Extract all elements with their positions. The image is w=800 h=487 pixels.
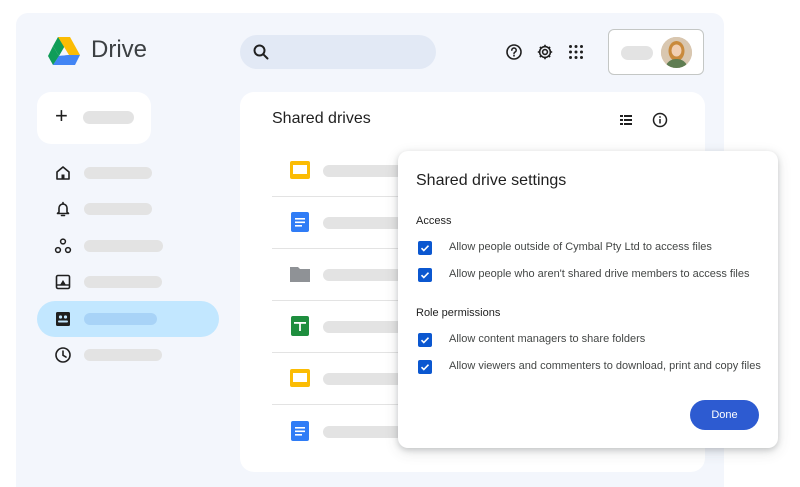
nav-item-recent[interactable] (37, 337, 219, 373)
row-divider (272, 404, 402, 405)
checkbox-label: Allow people who aren't shared drive mem… (449, 268, 750, 280)
info-icon[interactable] (652, 112, 668, 128)
apps-grid-icon[interactable] (567, 43, 585, 61)
file-name-placeholder (323, 321, 403, 333)
done-button[interactable]: Done (690, 400, 759, 430)
checkmark-icon (420, 272, 430, 279)
bell-icon (56, 201, 70, 217)
nav-label-placeholder (84, 349, 162, 361)
section-heading-role-permissions: Role permissions (416, 307, 501, 319)
nav-label-placeholder (84, 276, 162, 288)
workspaces-icon (54, 238, 72, 254)
home-icon (56, 166, 70, 180)
nav-label-placeholder (84, 240, 163, 252)
checkbox-allow-non-member-access[interactable] (418, 268, 432, 282)
docs-file-icon (291, 421, 309, 441)
account-switcher[interactable] (608, 29, 704, 75)
file-name-placeholder (323, 269, 403, 281)
search-icon (253, 44, 269, 60)
list-view-icon[interactable] (619, 113, 633, 127)
my-drive-icon (55, 274, 71, 290)
slides-file-icon (290, 161, 310, 179)
drive-logo-icon (48, 37, 80, 65)
file-name-placeholder (323, 165, 403, 177)
checkmark-icon (420, 337, 430, 344)
nav-label-placeholder (84, 203, 152, 215)
checkbox-label: Allow content managers to share folders (449, 333, 646, 345)
row-divider (272, 248, 402, 249)
nav-item-activity[interactable] (37, 191, 219, 227)
avatar-image (661, 37, 692, 68)
checkbox-allow-outside-access[interactable] (418, 241, 432, 255)
dialog-title: Shared drive settings (416, 172, 567, 189)
app-brand-name: Drive (91, 36, 148, 63)
nav-item-home[interactable] (37, 155, 219, 191)
checkbox-label: Allow people outside of Cymbal Pty Ltd t… (449, 241, 712, 253)
plus-icon: + (55, 103, 68, 128)
nav-label-placeholder (84, 167, 152, 179)
nav-item-workspaces[interactable] (37, 228, 219, 264)
docs-file-icon (291, 212, 309, 232)
checkmark-icon (420, 245, 430, 252)
shared-drives-icon (56, 312, 70, 326)
row-divider (272, 196, 402, 197)
nav-item-shared-drives[interactable] (37, 301, 219, 337)
nav-label-placeholder (84, 313, 157, 325)
recent-icon (55, 347, 71, 363)
nav-item-my-drive[interactable] (37, 264, 219, 300)
account-name-placeholder (621, 46, 653, 60)
row-divider (272, 300, 402, 301)
search-bar[interactable] (240, 35, 436, 69)
new-label-placeholder (83, 111, 134, 124)
sheets-file-icon (291, 316, 309, 336)
row-divider (272, 352, 402, 353)
checkbox-allow-managers-share-folders[interactable] (418, 333, 432, 347)
file-name-placeholder (323, 217, 403, 229)
avatar[interactable] (661, 37, 692, 68)
checkbox-allow-viewers-download[interactable] (418, 360, 432, 374)
file-name-placeholder (323, 373, 403, 385)
new-button[interactable]: + (37, 92, 151, 144)
slides-file-icon (290, 369, 310, 387)
folder-icon (290, 267, 310, 282)
section-heading-access: Access (416, 215, 452, 227)
page-title: Shared drives (272, 110, 371, 127)
file-name-placeholder (323, 426, 403, 438)
help-icon[interactable] (505, 43, 523, 61)
checkbox-label: Allow viewers and commenters to download… (449, 360, 761, 372)
checkmark-icon (420, 364, 430, 371)
settings-icon[interactable] (536, 43, 554, 61)
